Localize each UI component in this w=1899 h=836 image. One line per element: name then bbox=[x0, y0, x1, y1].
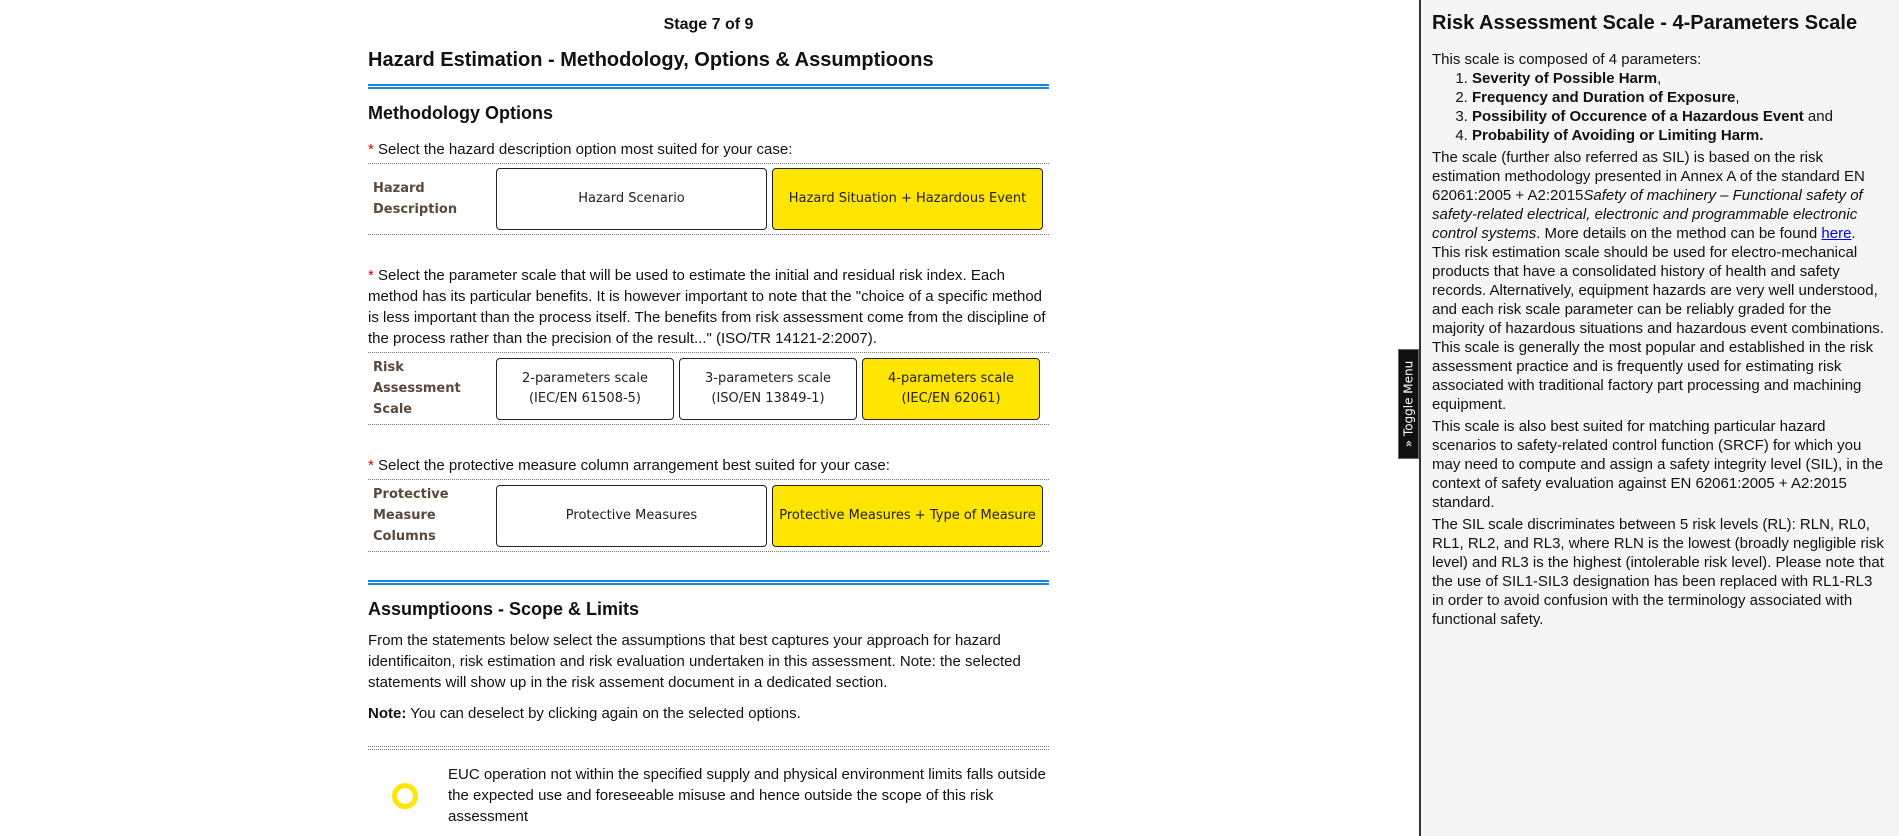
side-panel: Risk Assessment Scale - 4-Parameters Sca… bbox=[1419, 0, 1899, 836]
option-3-parameters-scale[interactable]: 3-parameters scale (ISO/EN 13849-1) bbox=[679, 357, 857, 420]
risk-scale-prompt: * Select the parameter scale that will b… bbox=[368, 267, 1046, 347]
required-mark: * bbox=[368, 457, 374, 474]
title-divider bbox=[368, 84, 1049, 89]
hazard-description-prompt: * Select the hazard description option m… bbox=[368, 141, 793, 158]
page-title: Hazard Estimation - Methodology, Options… bbox=[368, 49, 934, 71]
main-content: Stage 7 of 9 Hazard Estimation - Methodo… bbox=[368, 0, 1049, 827]
option-protective-measures[interactable]: Protective Measures bbox=[496, 484, 767, 547]
protective-columns-row: Protective Measure Columns Protective Me… bbox=[368, 479, 1049, 552]
side-paragraph-2: This risk estimation scale should be use… bbox=[1432, 244, 1884, 413]
here-link[interactable]: here bbox=[1821, 225, 1851, 242]
methodology-heading: Methodology Options bbox=[368, 103, 553, 123]
assumptions-heading: Assumptioons - Scope & Limits bbox=[368, 599, 640, 619]
double-chevron-icon: » bbox=[1401, 439, 1416, 448]
assumption-item[interactable]: EUC operation not within the specified s… bbox=[368, 749, 1049, 827]
hazard-description-label: Hazard Description bbox=[373, 181, 458, 217]
assumptions-intro: From the statements below select the ass… bbox=[368, 632, 1021, 691]
parameter-item: Probability of Avoiding or Limiting Harm… bbox=[1472, 126, 1885, 145]
option-protective-measures-type[interactable]: Protective Measures + Type of Measure bbox=[772, 484, 1043, 547]
protective-columns-label: Protective Measure Columns bbox=[373, 487, 449, 544]
risk-scale-row: Risk Assessment Scale 2-parameters scale… bbox=[368, 352, 1049, 425]
hazard-description-row: Hazard Description Hazard Scenario Hazar… bbox=[368, 163, 1049, 235]
side-paragraph-1: The scale (further also referred as SIL)… bbox=[1432, 149, 1865, 242]
toggle-menu-button[interactable]: » Toggle Menu bbox=[1398, 349, 1419, 459]
required-mark: * bbox=[368, 267, 374, 284]
side-panel-title: Risk Assessment Scale - 4-Parameters Sca… bbox=[1432, 12, 1858, 34]
stage-indicator: Stage 7 of 9 bbox=[663, 16, 754, 33]
option-hazard-situation-event[interactable]: Hazard Situation + Hazardous Event bbox=[772, 168, 1043, 230]
section-divider bbox=[368, 580, 1049, 585]
option-hazard-scenario[interactable]: Hazard Scenario bbox=[496, 168, 767, 230]
radio-unselected-icon[interactable] bbox=[392, 782, 418, 809]
parameter-item: Frequency and Duration of Exposure, bbox=[1472, 88, 1885, 107]
assumptions-note: Note: You can deselect by clicking again… bbox=[368, 705, 801, 722]
protective-columns-prompt: * Select the protective measure column a… bbox=[368, 457, 890, 474]
assumptions-list: EUC operation not within the specified s… bbox=[368, 746, 1049, 827]
side-paragraph-4: The SIL scale discriminates between 5 ri… bbox=[1432, 516, 1884, 628]
risk-scale-label: Risk Assessment Scale bbox=[373, 360, 461, 417]
parameter-item: Severity of Possible Harm, bbox=[1472, 69, 1885, 88]
side-paragraph-3: This scale is also best suited for match… bbox=[1432, 418, 1884, 511]
side-intro: This scale is composed of 4 parameters: bbox=[1432, 51, 1702, 68]
parameter-item: Possibility of Occurence of a Hazardous … bbox=[1472, 107, 1885, 126]
parameter-list: Severity of Possible Harm, Frequency and… bbox=[1432, 69, 1885, 145]
option-4-parameters-scale[interactable]: 4-parameters scale (IEC/EN 62061) bbox=[862, 357, 1040, 420]
required-mark: * bbox=[368, 141, 374, 158]
option-2-parameters-scale[interactable]: 2-parameters scale (IEC/EN 61508-5) bbox=[496, 357, 674, 420]
